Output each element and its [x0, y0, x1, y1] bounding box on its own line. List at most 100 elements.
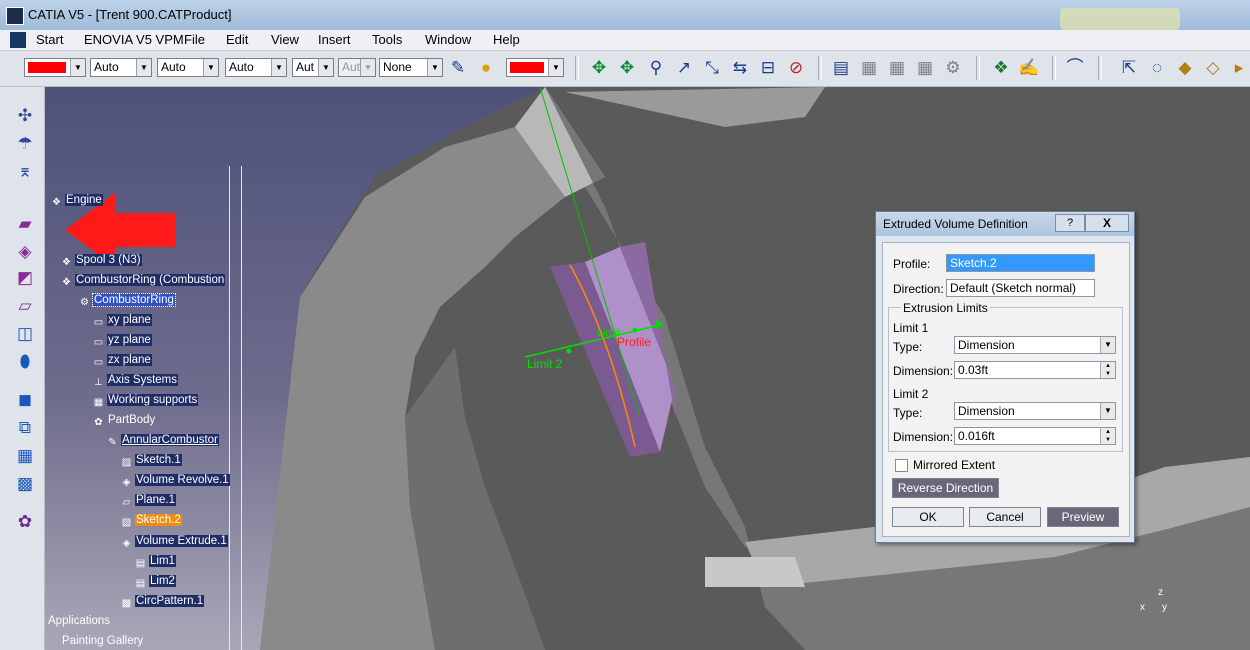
pattern-icon[interactable]: ▦	[13, 445, 37, 467]
plane-tools-icon[interactable]: ◇	[1202, 57, 1224, 79]
cancel-button[interactable]: Cancel	[969, 507, 1041, 527]
sweep-icon[interactable]: ⌆	[13, 161, 37, 183]
limit1-handle[interactable]	[632, 327, 638, 333]
menu-file[interactable]: File	[184, 32, 205, 47]
tree-node[interactable]: ▭ yz plane	[92, 332, 152, 348]
new-product-icon[interactable]: ▦	[886, 57, 908, 79]
layer-combo[interactable]: None ▼	[379, 58, 443, 77]
reverse-direction-button[interactable]: Reverse Direction	[892, 478, 999, 498]
extrude-icon[interactable]: ▰	[13, 213, 37, 235]
preview-button[interactable]: Preview	[1047, 507, 1119, 527]
menu-start[interactable]: Start	[36, 32, 63, 47]
limit2-handle[interactable]	[566, 348, 572, 354]
dialog-title-bar[interactable]: Extruded Volume Definition ? X	[876, 212, 1134, 236]
more-tools-icon[interactable]: ▸	[1228, 57, 1250, 79]
tree-expand-icon[interactable]: ❖	[990, 57, 1012, 79]
tree-node[interactable]: ▨ Sketch.2	[120, 512, 182, 528]
material-sphere-icon[interactable]: ●	[475, 57, 497, 79]
menu-tools[interactable]: Tools	[372, 32, 402, 47]
catalog-icon[interactable]: ▤	[830, 57, 852, 79]
tree-node[interactable]: ❖ Spool 3 (N3)	[60, 252, 142, 268]
tree-node[interactable]: ▦ Working supports	[92, 392, 199, 408]
new-part-icon[interactable]: ▦	[914, 57, 936, 79]
line-thickness-combo[interactable]: Auto ▼	[157, 58, 219, 77]
partbody-icon: ✿	[94, 417, 103, 428]
rotate-icon[interactable]: ✥	[616, 57, 638, 79]
profile-label: Profile:	[893, 257, 931, 271]
tree-node[interactable]: Applications	[47, 613, 111, 629]
surface-tools-icon[interactable]: ✣	[13, 105, 37, 127]
tree-node[interactable]: ❖ Engine	[50, 192, 103, 208]
ok-button[interactable]: OK	[892, 507, 964, 527]
line-type-combo[interactable]: Auto ▼	[225, 58, 287, 77]
tree-node[interactable]: ▩ CircPattern.1	[120, 593, 205, 609]
boolean-icon[interactable]: ▩	[13, 473, 37, 495]
limit2-label[interactable]: Limit 2	[527, 357, 563, 371]
tree-node[interactable]: ⚙ CombustorRing	[78, 292, 176, 308]
loft-volume-icon[interactable]: ◩	[13, 267, 37, 289]
tree-scrollbar[interactable]	[229, 166, 242, 650]
menu-window[interactable]: Window	[425, 32, 471, 47]
measure-icon[interactable]: ↗	[673, 57, 695, 79]
format-painter-icon[interactable]: ✎	[447, 57, 469, 79]
curve-icon[interactable]: ⌒	[1064, 57, 1086, 79]
tree-node[interactable]: ▨ Sketch.1	[120, 452, 182, 468]
tree-node[interactable]: ▤ Lim1	[134, 553, 176, 569]
line-thickness-value: Auto	[161, 60, 186, 74]
transparency-combo[interactable]: Auto ▼	[90, 58, 152, 77]
profile-label[interactable]: Profile	[617, 335, 651, 349]
thick-surface-icon[interactable]: ▱	[13, 295, 37, 317]
catia-app-icon[interactable]	[6, 7, 24, 25]
profile-field[interactable]: Sketch.2	[946, 254, 1095, 272]
help-button[interactable]: ?	[1055, 214, 1085, 232]
sketch-tools-icon[interactable]: ◆	[1174, 57, 1196, 79]
spinner-arrows-icon[interactable]: ▲ ▼	[1100, 362, 1115, 378]
tree-node[interactable]: Painting Gallery	[61, 633, 144, 649]
tree-node[interactable]: ▱ Plane.1	[120, 492, 177, 508]
edit-icon[interactable]: ✍	[1018, 57, 1040, 79]
tree-node-label: xy plane	[107, 314, 152, 326]
point-symbol-combo[interactable]: Aut ▼	[292, 58, 334, 77]
text-color-combo[interactable]: ▼	[506, 58, 564, 77]
dimensions-icon[interactable]: ⊟	[757, 57, 779, 79]
direction-field[interactable]: Default (Sketch normal)	[946, 279, 1095, 297]
tree-node[interactable]: ◈ Volume Revolve.1	[120, 472, 230, 488]
limit2-type-select[interactable]: Dimension ▼	[954, 402, 1116, 420]
tree-node[interactable]: ▭ xy plane	[92, 312, 152, 328]
limit1-dimension-field[interactable]: 0.03ft ▲ ▼	[954, 361, 1116, 379]
tree-node[interactable]: ✿ PartBody	[92, 412, 156, 428]
fill-color-combo[interactable]: ▼	[24, 58, 86, 77]
pan-icon[interactable]: ✥	[588, 57, 610, 79]
limit2-dimension-field[interactable]: 0.016ft ▲ ▼	[954, 427, 1116, 445]
tree-node[interactable]: ✎ AnnularCombustor	[106, 432, 219, 448]
no-show-icon[interactable]: ⊘	[785, 57, 807, 79]
tree-node[interactable]: ⊥ Axis Systems	[92, 372, 179, 388]
menu-view[interactable]: View	[271, 32, 299, 47]
insert-component-icon[interactable]: ▦	[858, 57, 880, 79]
analysis-icon[interactable]: ⇱	[1118, 57, 1140, 79]
menu-edit[interactable]: Edit	[226, 32, 248, 47]
limit1-type-select[interactable]: Dimension ▼	[954, 336, 1116, 354]
menu-insert[interactable]: Insert	[318, 32, 351, 47]
normal-view-icon[interactable]: ⤡	[701, 57, 723, 79]
menu-help[interactable]: Help	[493, 32, 520, 47]
tree-node[interactable]: ▭ zx plane	[92, 352, 152, 368]
swap-view-icon[interactable]: ⇆	[729, 57, 751, 79]
spinner-arrows-icon[interactable]: ▲ ▼	[1100, 428, 1115, 444]
revolve-icon[interactable]: ☂	[13, 133, 37, 155]
close-button[interactable]: X	[1085, 214, 1129, 232]
mirrored-extent-checkbox[interactable]	[895, 459, 908, 472]
tree-node[interactable]: ◈ Volume Extrude.1	[120, 533, 228, 549]
menu-enovia[interactable]: ENOVIA V5 VPM	[84, 32, 184, 47]
existing-component-icon[interactable]: ⚙	[942, 57, 964, 79]
tree-node[interactable]: ❖ CombustorRing (Combustion	[60, 272, 226, 288]
sweep-volume-icon[interactable]: ◫	[13, 323, 37, 345]
tree-node[interactable]: ▤ Lim2	[134, 573, 176, 589]
transform-icon[interactable]: ⧉	[13, 417, 37, 439]
hide-show-icon[interactable]: ⚲	[645, 57, 667, 79]
snap-icon[interactable]: ◌	[1146, 57, 1168, 79]
apply-material-icon[interactable]: ✿	[13, 511, 37, 533]
revolve-volume-icon[interactable]: ◈	[13, 241, 37, 263]
fillet-icon[interactable]: ⬮	[13, 351, 37, 373]
solid-box-icon[interactable]: ◼	[13, 389, 37, 411]
